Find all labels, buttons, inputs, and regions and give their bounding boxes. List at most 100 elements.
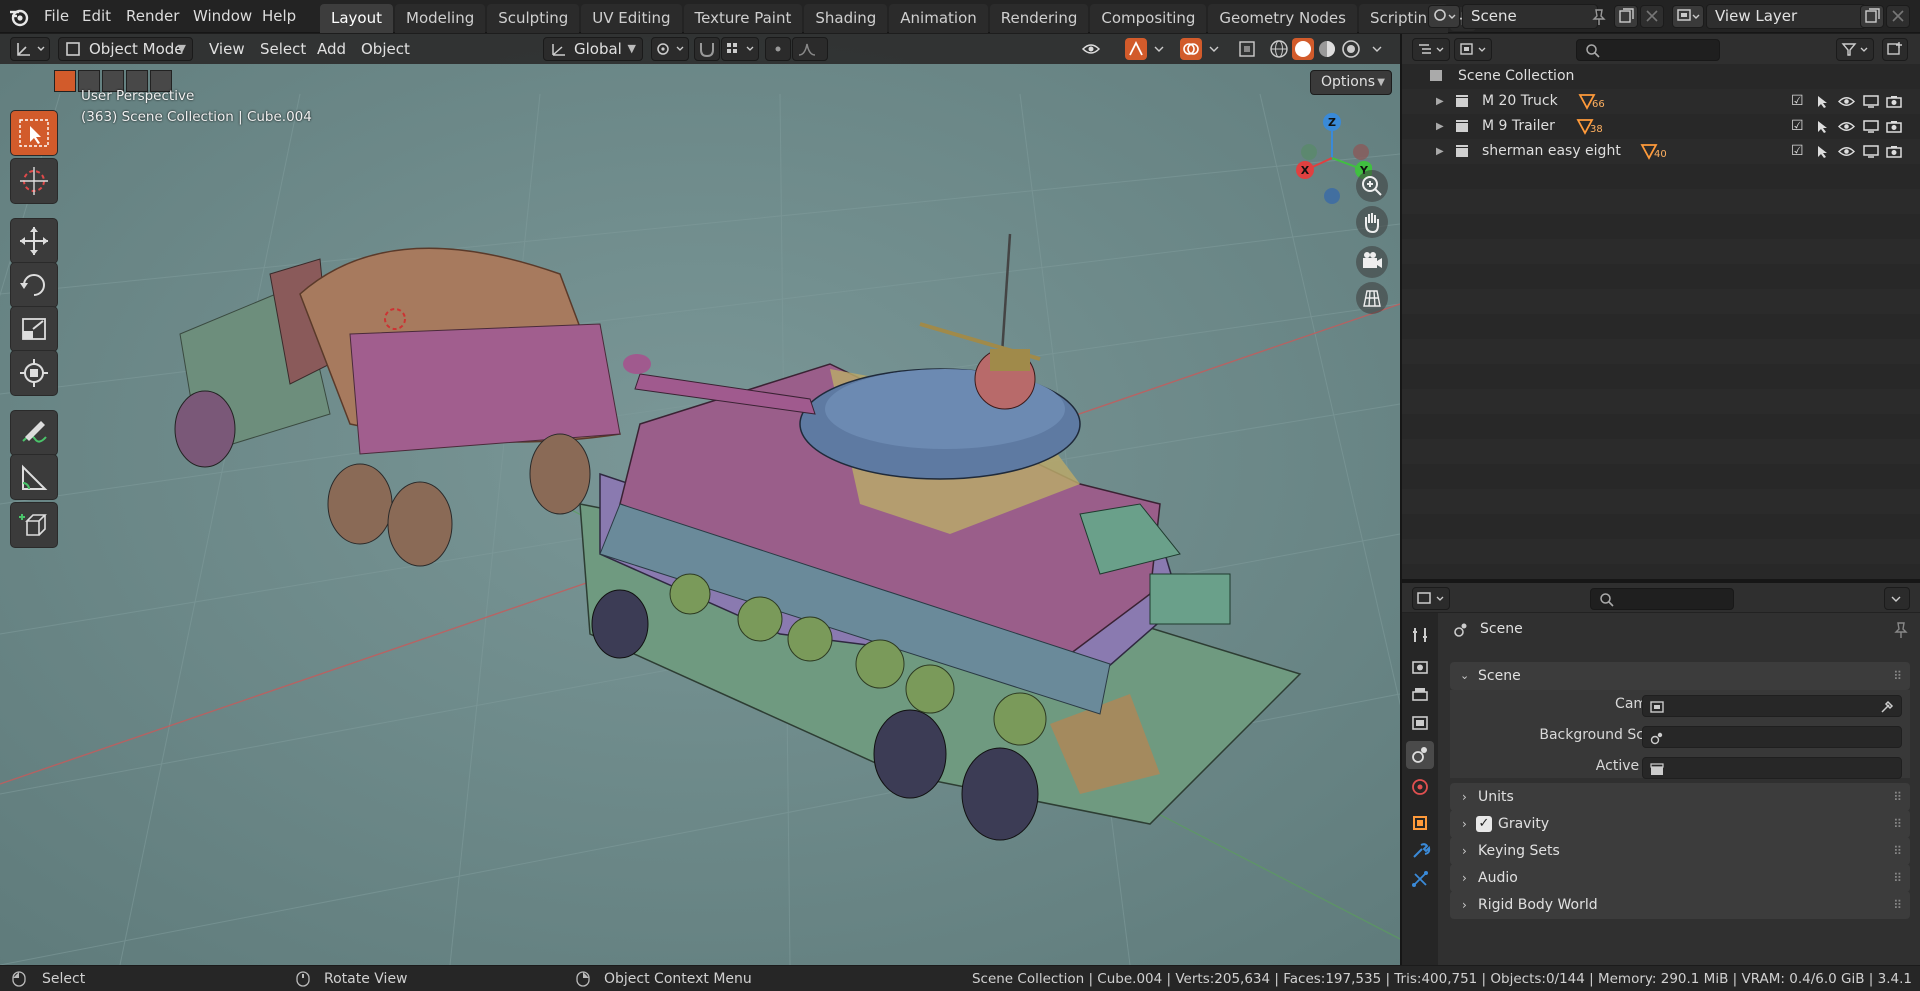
transform-orientation-dropdown[interactable]: Global ▼: [543, 37, 643, 61]
drag-handle-icon[interactable]: ⠿: [1893, 662, 1902, 690]
eye-icon[interactable]: [1838, 94, 1855, 109]
render-camera-icon[interactable]: [1886, 119, 1902, 134]
shading-dropdown[interactable]: [1366, 38, 1388, 60]
pin-icon[interactable]: [1590, 8, 1608, 26]
new-scene-button[interactable]: [1614, 5, 1638, 28]
tab-modifiers[interactable]: [1406, 837, 1434, 865]
panel-keying-sets-header[interactable]: › Keying Sets ⠿: [1450, 837, 1910, 865]
tool-cursor[interactable]: [10, 158, 58, 204]
panel-audio-header[interactable]: › Audio ⠿: [1450, 864, 1910, 892]
outliner-root-row[interactable]: Scene Collection: [1402, 64, 1920, 89]
tab-tool[interactable]: [1406, 621, 1434, 649]
tab-scene[interactable]: [1406, 741, 1434, 769]
eye-icon[interactable]: [1838, 119, 1855, 134]
properties-search-input[interactable]: [1590, 588, 1734, 610]
background-scene-field[interactable]: [1642, 726, 1902, 748]
snap-target-dropdown[interactable]: [721, 37, 759, 61]
outliner-item-truck[interactable]: ▶ M 20 Truck 66 ☑: [1402, 89, 1920, 114]
shading-material[interactable]: [1316, 38, 1338, 60]
drag-handle-icon[interactable]: ⠿: [1893, 783, 1902, 811]
tab-shading[interactable]: Shading: [804, 4, 888, 33]
gizmo-toggle[interactable]: [1125, 38, 1147, 60]
checkbox-icon[interactable]: ☑: [1791, 114, 1804, 139]
outliner-search-input[interactable]: [1576, 39, 1720, 61]
panel-rigid-body-world-header[interactable]: › Rigid Body World ⠿: [1450, 891, 1910, 919]
expand-arrow-icon[interactable]: ▶: [1436, 89, 1444, 114]
tool-move[interactable]: [10, 218, 58, 264]
menu-help[interactable]: Help: [262, 0, 296, 33]
blender-logo-icon[interactable]: [8, 6, 30, 28]
drag-handle-icon[interactable]: ⠿: [1893, 837, 1902, 865]
3d-viewport[interactable]: Object Mode ▼ View Select Add Object Glo…: [0, 34, 1400, 965]
viewport-menu-object[interactable]: Object: [361, 34, 410, 64]
new-collection-button[interactable]: [1882, 38, 1908, 61]
monitor-icon[interactable]: [1863, 144, 1879, 159]
properties-editor-type-button[interactable]: [1412, 587, 1450, 610]
proportional-edit-toggle[interactable]: [765, 37, 791, 61]
tab-uv-editing[interactable]: UV Editing: [581, 4, 682, 33]
overlays-dropdown[interactable]: [1203, 38, 1225, 60]
viewport-menu-add[interactable]: Add: [317, 34, 346, 64]
delete-view-layer-button[interactable]: [1886, 5, 1910, 28]
select-arrow-icon[interactable]: [1815, 94, 1830, 109]
checkbox-icon[interactable]: ☑: [1791, 89, 1804, 114]
viewport-menu-view[interactable]: View: [209, 34, 245, 64]
display-mode-dropdown[interactable]: [1454, 38, 1492, 61]
tab-geometry-nodes[interactable]: Geometry Nodes: [1208, 4, 1357, 33]
scene-browse-button[interactable]: [1428, 5, 1460, 28]
checkbox-icon[interactable]: ☑: [1791, 139, 1804, 164]
expand-arrow-icon[interactable]: ▶: [1436, 139, 1444, 164]
filter-dropdown[interactable]: [1836, 38, 1874, 61]
pan-view-button[interactable]: [1356, 206, 1388, 238]
tool-scale[interactable]: [10, 306, 58, 352]
tab-rendering[interactable]: Rendering: [989, 4, 1089, 33]
properties-options-dropdown[interactable]: [1884, 587, 1910, 610]
render-camera-icon[interactable]: [1886, 94, 1902, 109]
shading-solid[interactable]: [1292, 38, 1314, 60]
monitor-icon[interactable]: [1863, 119, 1879, 134]
scene-name-field[interactable]: Scene: [1462, 4, 1598, 29]
tool-rotate[interactable]: [10, 262, 58, 308]
tab-sculpting[interactable]: Sculpting: [487, 4, 580, 33]
falloff-dropdown[interactable]: [792, 37, 828, 61]
mode-dropdown[interactable]: Object Mode ▼: [58, 37, 193, 61]
pin-icon[interactable]: [1892, 621, 1910, 639]
tool-annotate[interactable]: [10, 410, 58, 456]
viewport-menu-select[interactable]: Select: [260, 34, 306, 64]
tab-texture-paint[interactable]: Texture Paint: [683, 4, 803, 33]
tab-animation[interactable]: Animation: [889, 4, 988, 33]
tab-modeling[interactable]: Modeling: [395, 4, 486, 33]
camera-field[interactable]: [1642, 695, 1902, 717]
menu-edit[interactable]: Edit: [82, 0, 111, 33]
eyedropper-icon[interactable]: [1879, 699, 1895, 715]
tool-measure[interactable]: [10, 454, 58, 500]
delete-scene-button[interactable]: [1640, 5, 1664, 28]
tab-layout[interactable]: Layout: [320, 4, 393, 33]
toggle-perspective-button[interactable]: [1356, 282, 1388, 314]
tab-compositing[interactable]: Compositing: [1090, 4, 1207, 33]
tool-transform[interactable]: [10, 350, 58, 396]
visibility-dropdown[interactable]: [1080, 38, 1102, 60]
expand-arrow-icon[interactable]: ▶: [1436, 114, 1444, 139]
menu-file[interactable]: File: [44, 0, 69, 33]
gizmo-dropdown[interactable]: [1148, 38, 1170, 60]
view-layer-name-field[interactable]: View Layer: [1706, 4, 1866, 29]
active-clip-field[interactable]: [1642, 757, 1902, 779]
shading-rendered[interactable]: [1340, 38, 1362, 60]
view-layer-browse-button[interactable]: [1672, 5, 1704, 28]
pivot-point-dropdown[interactable]: [651, 37, 689, 61]
panel-units-header[interactable]: › Units ⠿: [1450, 783, 1910, 811]
drag-handle-icon[interactable]: ⠿: [1893, 864, 1902, 892]
gravity-checkbox[interactable]: ✓: [1476, 816, 1492, 832]
tab-world[interactable]: [1406, 773, 1434, 801]
new-view-layer-button[interactable]: [1860, 5, 1884, 28]
editor-type-button[interactable]: [10, 37, 50, 61]
tab-render[interactable]: [1406, 653, 1434, 681]
drag-handle-icon[interactable]: ⠿: [1893, 810, 1902, 838]
outliner-item-trailer[interactable]: ▶ M 9 Trailer 38 ☑: [1402, 114, 1920, 139]
tab-particles[interactable]: [1406, 865, 1434, 893]
menu-window[interactable]: Window: [193, 0, 252, 33]
zoom-view-button[interactable]: [1356, 170, 1388, 202]
select-arrow-icon[interactable]: [1815, 144, 1830, 159]
snap-toggle[interactable]: [694, 37, 720, 61]
